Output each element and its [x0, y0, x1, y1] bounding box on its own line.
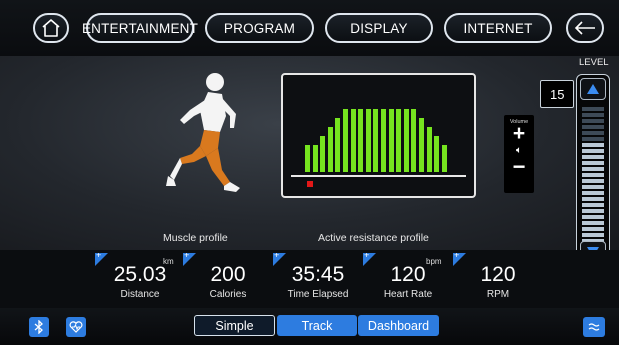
level-title: LEVEL — [579, 57, 609, 68]
level-segment — [582, 185, 604, 189]
stat-value: 35:45 — [291, 263, 345, 286]
tab-entertainment[interactable]: ENTERTAINMENT — [82, 13, 198, 43]
level-segment — [582, 215, 604, 219]
tab-simple[interactable]: Simple — [194, 315, 275, 336]
stat-value: 25.03 — [113, 263, 167, 286]
level-value: 15 — [540, 80, 574, 108]
heart-rate-icon — [69, 321, 83, 333]
level-segment — [582, 131, 604, 135]
stat-calories[interactable]: 200 Calories — [183, 250, 273, 308]
resistance-bar — [388, 109, 394, 172]
tab-display[interactable]: DISPLAY — [325, 13, 433, 43]
resistance-profile-label: Active resistance profile — [318, 232, 429, 244]
stat-rpm[interactable]: 120 RPM — [453, 250, 543, 308]
level-segment — [582, 221, 604, 225]
level-segment — [582, 119, 604, 123]
stat-label: Heart Rate — [383, 289, 433, 300]
level-segment — [582, 233, 604, 237]
level-segment — [582, 107, 604, 111]
stat-value: 200 — [210, 263, 246, 286]
resistance-bar — [396, 109, 402, 172]
resistance-bar — [350, 109, 356, 172]
arrow-left-icon — [574, 21, 595, 35]
resistance-bar — [381, 109, 386, 172]
stat-time-elapsed[interactable]: 35:45 Time Elapsed — [273, 250, 363, 308]
level-segment — [582, 155, 604, 159]
resistance-bar — [358, 109, 364, 172]
tab-internet[interactable]: INTERNET — [444, 13, 552, 43]
resistance-bar — [320, 136, 326, 172]
resistance-bar — [343, 109, 348, 172]
stat-label: Time Elapsed — [287, 289, 349, 300]
triangle-up-icon — [587, 84, 599, 94]
stat-value: 120 — [480, 263, 516, 286]
resistance-bar — [365, 109, 371, 172]
level-segment — [582, 167, 604, 171]
home-icon — [42, 19, 60, 37]
level-segment — [582, 161, 604, 165]
stat-value: 120 — [390, 263, 426, 286]
back-button[interactable] — [566, 13, 604, 43]
stat-unit: bpm — [426, 257, 442, 266]
volume-down-button[interactable]: − — [504, 156, 534, 178]
heart-rate-button[interactable] — [66, 317, 86, 337]
resistance-bar — [312, 145, 318, 172]
level-segment — [582, 173, 604, 177]
level-segment — [582, 197, 604, 201]
level-segment — [582, 209, 604, 213]
resistance-bar — [441, 145, 447, 172]
volume-control: Volume + 🔈︎ − — [504, 115, 534, 193]
stats-bar: 25.03 km Distance 200 Calories 35:45 Tim… — [0, 250, 619, 308]
resistance-bar — [327, 127, 333, 172]
bluetooth-button[interactable] — [29, 317, 49, 337]
position-marker — [307, 181, 313, 187]
stat-label: RPM — [486, 289, 510, 300]
stat-heart-rate[interactable]: 120 bpm Heart Rate — [363, 250, 453, 308]
level-segment — [582, 113, 604, 117]
waves-menu-icon — [588, 323, 600, 331]
graph-baseline — [291, 175, 466, 177]
level-segment — [582, 203, 604, 207]
level-segment — [582, 149, 604, 153]
level-segment — [582, 191, 604, 195]
stat-label: Calories — [209, 289, 247, 300]
bluetooth-icon — [34, 320, 43, 334]
muscle-profile-label: Muscle profile — [163, 232, 228, 244]
level-slider[interactable] — [576, 74, 610, 267]
tab-program[interactable]: PROGRAM — [205, 13, 314, 43]
menu-button[interactable] — [583, 317, 605, 337]
resistance-bar — [426, 127, 432, 172]
resistance-bar — [305, 145, 310, 172]
level-segment — [582, 179, 604, 183]
level-segment — [582, 125, 604, 129]
level-segment — [582, 143, 604, 147]
level-up-button[interactable] — [580, 78, 606, 100]
tab-dashboard[interactable]: Dashboard — [358, 315, 439, 336]
tab-track[interactable]: Track — [277, 315, 357, 336]
resistance-bar — [419, 118, 424, 172]
stat-unit: km — [163, 257, 174, 266]
resistance-bar — [335, 118, 341, 172]
resistance-profile-graph — [281, 73, 476, 198]
runner-muscle-figure — [166, 73, 240, 192]
home-button[interactable] — [33, 13, 69, 43]
stat-label: Distance — [120, 289, 160, 300]
resistance-bar — [411, 109, 417, 172]
resistance-bar — [403, 109, 409, 172]
stat-distance[interactable]: 25.03 km Distance — [95, 250, 185, 308]
volume-up-button[interactable]: + — [504, 123, 534, 144]
level-segment — [582, 227, 604, 231]
level-segment — [582, 137, 604, 141]
resistance-bar — [434, 136, 440, 172]
resistance-bar — [373, 109, 379, 172]
